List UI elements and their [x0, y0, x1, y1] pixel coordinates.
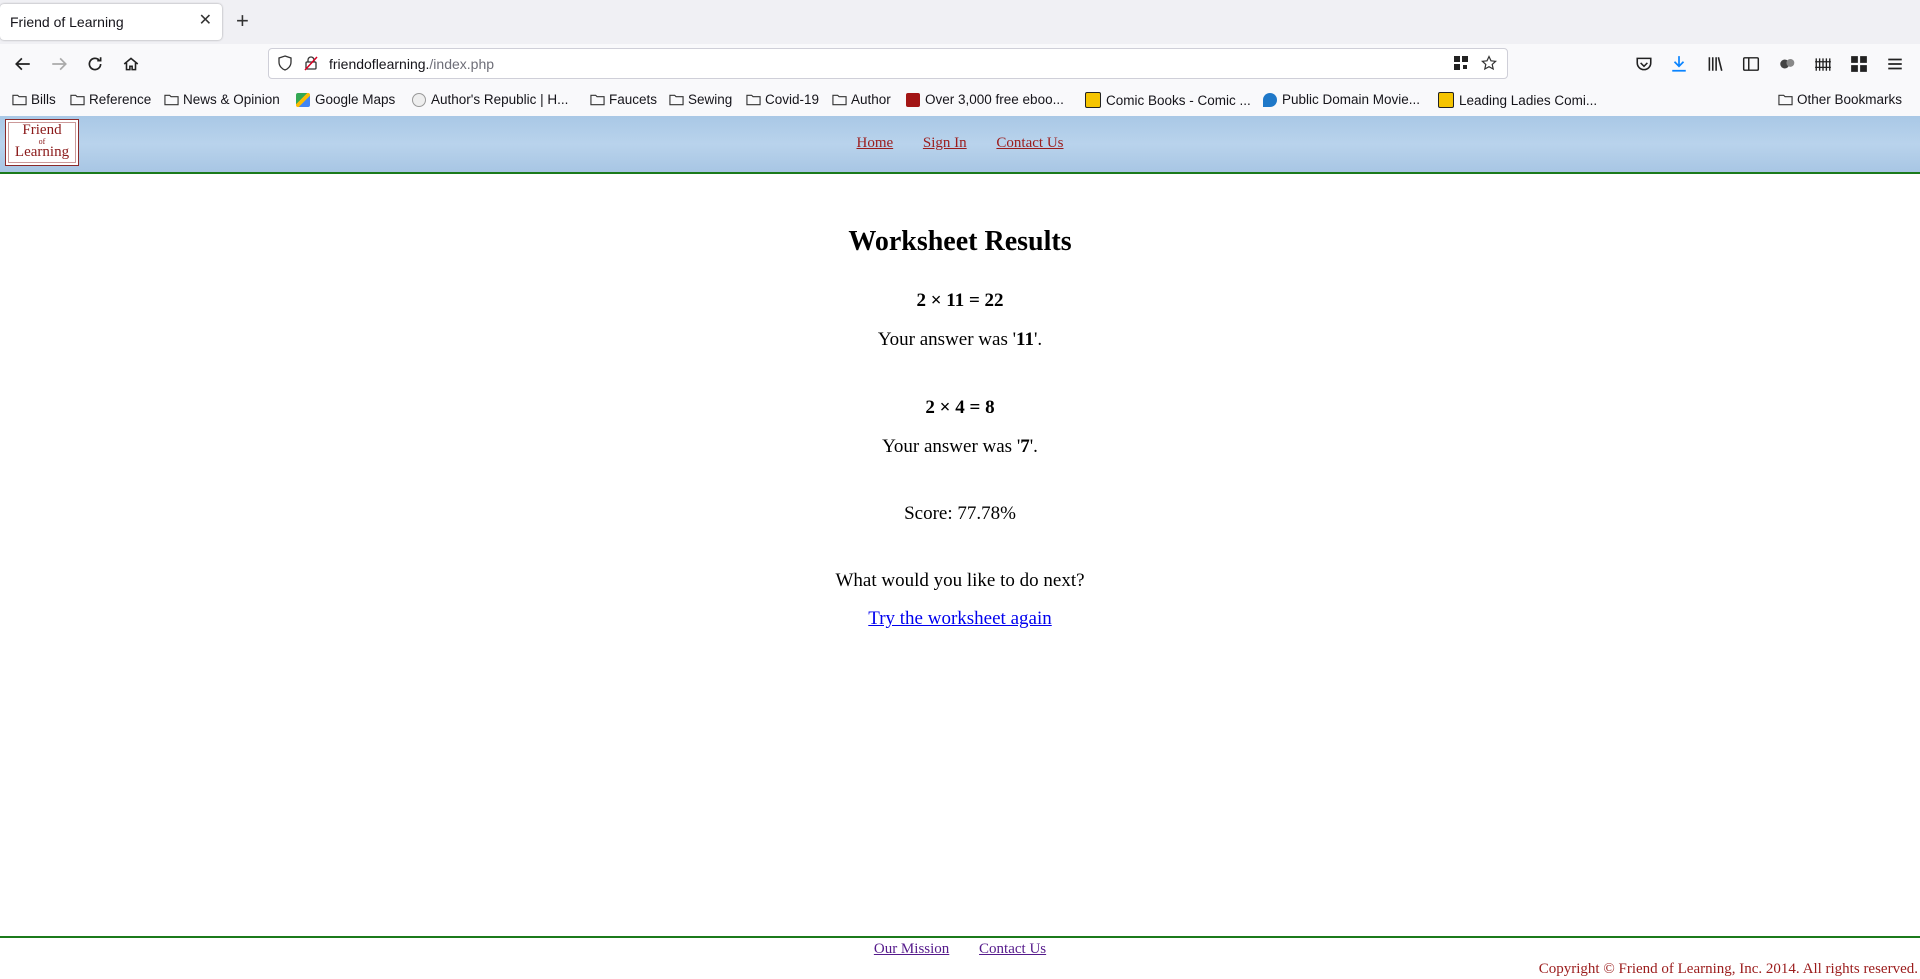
bookmark-label: Other Bookmarks: [1797, 92, 1903, 107]
url-bar[interactable]: friendoflearning./index.php: [268, 48, 1508, 79]
bookmark-faucets[interactable]: Faucets: [590, 92, 657, 107]
forward-arrow-icon[interactable]: [47, 52, 71, 76]
next-prompt: What would you like to do next?: [835, 570, 1085, 591]
folder-icon: [832, 94, 847, 106]
bookmark-label: Faucets: [609, 92, 658, 107]
folder-icon: [1778, 94, 1793, 106]
copyright-text: Copyright © Friend of Learning, Inc. 201…: [1538, 961, 1918, 977]
shield-icon[interactable]: [277, 55, 295, 73]
url-host: friendoflearning.: [329, 56, 430, 72]
url-path: /index.php: [429, 56, 495, 72]
bookmark-sewing[interactable]: Sewing: [669, 92, 732, 107]
nav-home-link[interactable]: Home: [856, 135, 893, 151]
bookmark-news-opinion[interactable]: News & Opinion: [164, 92, 280, 107]
comic-icon: [1085, 92, 1101, 108]
download-icon[interactable]: [1667, 52, 1691, 76]
answer-prefix: Your answer was ': [882, 436, 1021, 457]
answer-value: 7: [1020, 436, 1030, 457]
bookmark-comic-books[interactable]: Comic Books - Comic ...: [1085, 92, 1251, 108]
bookmark-label: Leading Ladies Comi...: [1459, 92, 1598, 108]
try-again-link[interactable]: Try the worksheet again: [868, 608, 1051, 629]
bookmark-public-domain-movies[interactable]: Public Domain Movie...: [1263, 92, 1420, 107]
plus-icon[interactable]: +: [236, 10, 249, 32]
site-header: Friend of Learning Home Sign In Contact …: [0, 116, 1920, 174]
browser-tab[interactable]: Friend of Learning ✕: [0, 4, 222, 40]
qr-code-icon[interactable]: [1453, 55, 1471, 73]
bookmark-label: Reference: [89, 92, 152, 107]
folder-icon: [669, 94, 684, 106]
url-text: friendoflearning./index.php: [329, 56, 494, 72]
bookmark-authors-republic[interactable]: Author's Republic | H...: [412, 92, 568, 107]
site-nav: Home Sign In Contact Us: [0, 135, 1920, 152]
close-icon[interactable]: ✕: [199, 12, 212, 30]
score-text: Score: 77.78%: [904, 503, 1016, 524]
bookmark-leading-ladies[interactable]: Leading Ladies Comi...: [1438, 92, 1597, 108]
grid-extension-icon[interactable]: [1811, 52, 1835, 76]
bookmark-label: Public Domain Movie...: [1282, 92, 1421, 107]
folder-icon: [164, 94, 179, 106]
book-icon: [906, 92, 920, 107]
nav-sign-in-link[interactable]: Sign In: [923, 135, 967, 151]
bookmark-label: Bills: [31, 92, 56, 107]
answer-value: 11: [1016, 329, 1034, 350]
bookmark-free-ebooks[interactable]: Over 3,000 free eboo...: [906, 92, 1064, 107]
folder-icon: [746, 94, 761, 106]
folder-icon: [590, 94, 605, 106]
menu-icon[interactable]: [1883, 52, 1907, 76]
apps-icon[interactable]: [1847, 52, 1871, 76]
problem-equation: 2 × 4 = 8: [925, 397, 995, 418]
answer-prefix: Your answer was ': [877, 329, 1017, 350]
bookmark-google-maps[interactable]: Google Maps: [296, 92, 395, 107]
extension-icon[interactable]: [1775, 52, 1799, 76]
bookmark-author[interactable]: Author: [832, 92, 891, 107]
footer-contact-link[interactable]: Contact Us: [979, 941, 1046, 957]
folder-icon: [12, 94, 27, 106]
answer-suffix: '.: [1033, 329, 1043, 350]
maps-icon: [296, 92, 310, 107]
problem-answer: Your answer was '11'.: [0, 329, 1920, 351]
bookmark-label: Author: [851, 92, 891, 107]
bookmark-covid-19[interactable]: Covid-19: [746, 92, 819, 107]
problem-equation: 2 × 11 = 22: [916, 290, 1004, 311]
pocket-icon[interactable]: [1632, 52, 1656, 76]
star-icon[interactable]: [1481, 55, 1499, 73]
nav-toolbar: friendoflearning./index.php: [0, 44, 1920, 84]
comic-icon: [1438, 92, 1454, 108]
bookmark-label: Over 3,000 free eboo...: [925, 92, 1064, 107]
tab-title: Friend of Learning: [10, 14, 124, 30]
bookmark-label: Google Maps: [315, 92, 396, 107]
footer-mission-link[interactable]: Our Mission: [874, 941, 949, 957]
bookmark-bills[interactable]: Bills: [12, 92, 56, 107]
drupal-icon: [1263, 92, 1277, 107]
site-icon: [412, 92, 426, 107]
tab-strip: Friend of Learning ✕ +: [0, 0, 1920, 44]
bookmark-label: Covid-19: [765, 92, 820, 107]
insecure-lock-icon[interactable]: [303, 55, 321, 73]
answer-suffix: '.: [1029, 436, 1038, 457]
reload-icon[interactable]: [83, 52, 107, 76]
footer-nav: Our Mission Contact Us: [0, 941, 1920, 958]
sidebar-icon[interactable]: [1739, 52, 1763, 76]
bookmark-label: News & Opinion: [183, 92, 280, 107]
footer-divider: [0, 936, 1920, 938]
home-icon[interactable]: [119, 52, 143, 76]
try-again-container: Try the worksheet again: [0, 608, 1920, 630]
bookmarks-toolbar: Bills Reference News & Opinion Google Ma…: [0, 84, 1920, 117]
bookmark-label: Author's Republic | H...: [431, 92, 569, 107]
back-arrow-icon[interactable]: [11, 52, 35, 76]
library-icon[interactable]: [1703, 52, 1727, 76]
page-title: Worksheet Results: [848, 226, 1072, 257]
problem-answer: Your answer was '7'.: [0, 436, 1920, 458]
bookmark-other-bookmarks[interactable]: Other Bookmarks: [1778, 92, 1902, 107]
bookmark-label: Sewing: [688, 92, 733, 107]
nav-contact-link[interactable]: Contact Us: [996, 135, 1063, 151]
bookmark-reference[interactable]: Reference: [70, 92, 151, 107]
folder-icon: [70, 94, 85, 106]
bookmark-label: Comic Books - Comic ...: [1106, 92, 1251, 108]
